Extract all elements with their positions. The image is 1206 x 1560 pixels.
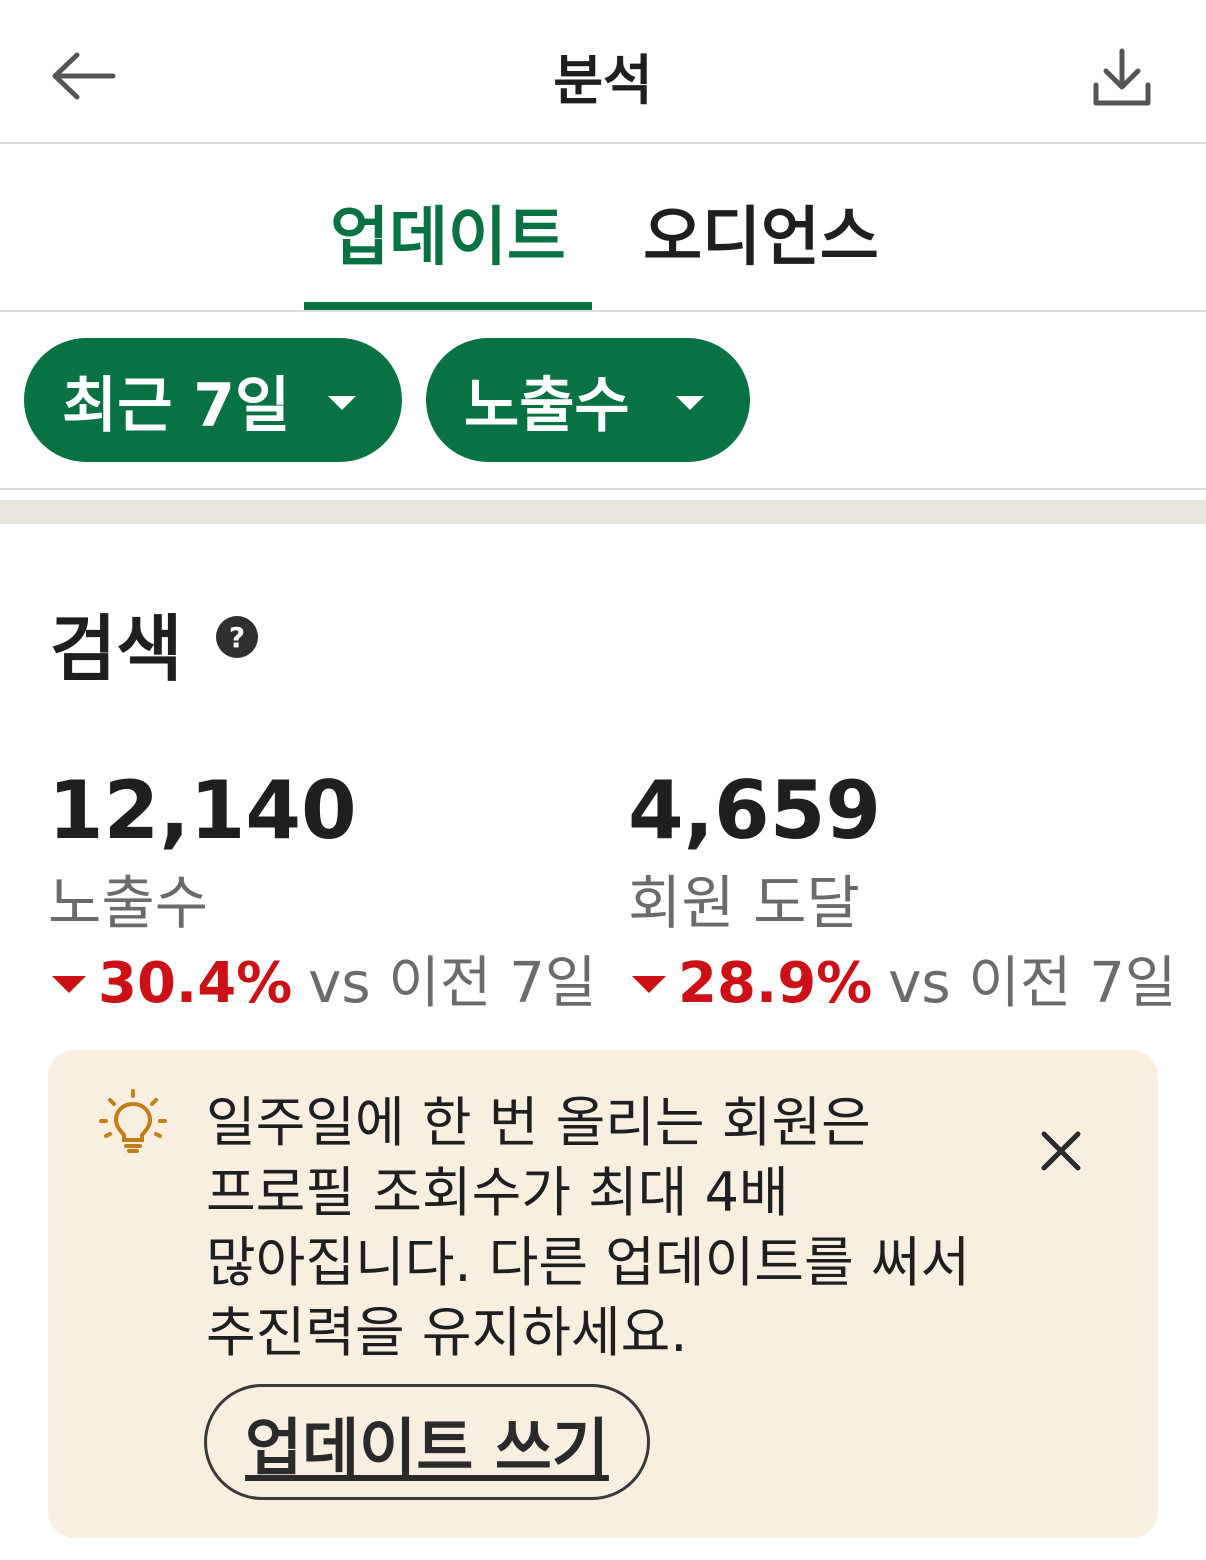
tip-line: 많아집니다. 다른 업데이트를 써서 xyxy=(206,1231,971,1294)
tab-updates[interactable]: 업데이트 xyxy=(304,186,592,278)
stat-value: 12,140 xyxy=(48,764,357,857)
members-reached-stat: 4,659 회원 도달 28.9% vs 이전 7일 xyxy=(628,768,1188,1018)
section-divider xyxy=(0,500,1206,524)
metric-label: 노출수 xyxy=(464,370,630,441)
caret-down-icon xyxy=(676,396,704,410)
stat-label: 노출수 xyxy=(48,869,209,937)
down-arrow-icon xyxy=(632,975,666,993)
tip-line: 일주일에 한 번 올리는 회원은 xyxy=(206,1091,871,1154)
question-circle-icon[interactable]: ? xyxy=(216,616,258,658)
tab-audience[interactable]: 오디언스 xyxy=(632,186,890,278)
write-update-button[interactable]: 업데이트 쓰기 xyxy=(204,1384,650,1500)
lightbulb-icon xyxy=(99,1089,167,1153)
top-app-bar: 분석 xyxy=(0,0,1206,144)
caret-down-icon xyxy=(328,396,356,410)
tab-bar: 업데이트 오디언스 xyxy=(0,146,1206,312)
tip-line: 프로필 조회수가 최대 4배 xyxy=(206,1161,789,1224)
download-icon xyxy=(1093,48,1151,106)
stat-label: 회원 도달 xyxy=(628,869,860,937)
change-percent: 28.9% xyxy=(678,951,873,1016)
page-title: 분석 xyxy=(553,49,653,112)
stat-change: 30.4% vs 이전 7일 xyxy=(48,950,608,1018)
section-title: 검색 xyxy=(50,607,183,691)
tip-message: 일주일에 한 번 올리는 회원은 프로필 조회수가 최대 4배 많아집니다. 다… xyxy=(206,1088,986,1368)
tip-card: 일주일에 한 번 올리는 회원은 프로필 조회수가 최대 4배 많아집니다. 다… xyxy=(48,1050,1158,1538)
comparison-text: vs 이전 7일 xyxy=(888,951,1177,1016)
tip-line: 추진력을 유지하세요. xyxy=(206,1301,688,1364)
down-arrow-icon xyxy=(52,975,86,993)
close-icon[interactable] xyxy=(1036,1126,1086,1176)
comparison-text: vs 이전 7일 xyxy=(308,951,597,1016)
impressions-stat: 12,140 노출수 30.4% vs 이전 7일 xyxy=(48,768,608,1018)
stat-change: 28.9% vs 이전 7일 xyxy=(628,950,1188,1018)
date-range-label: 최근 7일 xyxy=(62,370,291,441)
change-percent: 30.4% xyxy=(98,951,293,1016)
stat-value: 4,659 xyxy=(628,764,882,857)
download-button[interactable] xyxy=(1080,38,1164,118)
metric-dropdown[interactable]: 노출수 xyxy=(426,338,750,462)
filter-bar: 최근 7일 노출수 xyxy=(0,312,1206,490)
date-range-dropdown[interactable]: 최근 7일 xyxy=(24,338,402,462)
active-tab-indicator xyxy=(304,302,592,310)
